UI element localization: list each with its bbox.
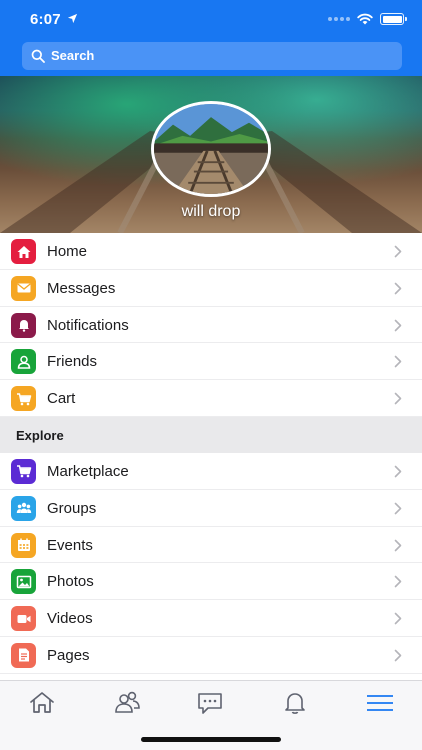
document-icon [11,642,36,668]
chevron-right-icon [394,282,402,295]
menu-item-messages[interactable]: Messages [0,270,422,307]
battery-icon [380,13,407,25]
menu-item-label: Events [47,536,93,554]
chevron-right-icon [394,612,402,625]
menu-item-notifications[interactable]: Notifications [0,307,422,344]
profile-cover[interactable]: will drop [0,76,422,233]
menu-item-label: Friends [47,353,98,371]
wifi-icon [357,13,373,25]
cart-icon [11,386,36,412]
search-bar[interactable]: Search [22,42,402,70]
section-header-explore: Explore [0,416,422,453]
video-camera-icon [11,606,36,632]
menu-item-cart[interactable]: Cart [0,380,422,417]
location-arrow-icon [67,13,78,24]
menu-item-label: Cart [47,390,76,408]
menu-item-label: Marketplace [47,462,129,480]
cellular-signal-icon [328,17,350,21]
avatar-photo [154,104,268,194]
menu-item-pages[interactable]: Pages [0,637,422,674]
menu-item-home[interactable]: Home [0,233,422,270]
envelope-icon [11,275,36,301]
chevron-right-icon [394,649,402,662]
menu-item-label: Photos [47,573,94,591]
home-indicator [141,737,281,742]
menu-item-groups[interactable]: Groups [0,490,422,527]
status-bar: 6:07 [0,0,422,40]
menu-item-friends[interactable]: Friends [0,343,422,381]
menu-item-label: Groups [47,499,97,517]
menu-item-photos[interactable]: Photos [0,563,422,601]
menu-item-label: Messages [47,279,116,297]
chevron-right-icon [394,356,402,368]
chevron-right-icon [394,539,402,551]
menu-list: Home Messages Notifications Friends Cart Exp… [0,233,422,674]
status-indicators [328,12,407,26]
bell-icon [285,693,305,714]
menu-item-label: Notifications [47,316,129,334]
person-icon [11,349,36,375]
menu-icon [367,695,393,711]
home-icon [30,692,54,713]
tab-notifications[interactable] [281,690,309,716]
tab-menu[interactable] [366,690,394,716]
menu-item-videos[interactable]: Videos [0,600,422,637]
menu-item-label: Pages [47,646,90,664]
menu-item-label: Home [47,243,88,260]
chevron-right-icon [394,502,402,515]
chevron-right-icon [394,319,402,331]
profile-name: will drop [181,203,241,220]
tab-messages[interactable] [196,690,224,716]
chevron-right-icon [394,245,402,258]
bell-icon [11,312,36,338]
search-placeholder: Search [51,48,95,63]
menu-item-marketplace[interactable]: Marketplace [0,453,422,490]
chat-icon [198,693,222,714]
image-icon [11,569,36,595]
chevron-right-icon [394,576,402,588]
chevron-right-icon [394,392,402,405]
explore-menu-group: Marketplace Groups Events Photos Videos Pages [0,453,422,674]
home-icon [11,239,36,264]
status-time: 6:07 [30,11,61,28]
chevron-right-icon [394,465,402,478]
menu-item-label: Videos [47,610,93,628]
search-icon [31,49,45,63]
friends-icon [115,691,140,713]
tab-home[interactable] [28,690,56,716]
cart-icon [11,458,36,484]
menu-item-events[interactable]: Events [0,527,422,564]
top-header: 6:07 Search [0,0,422,76]
group-icon [11,495,36,521]
tab-friends[interactable] [113,690,141,716]
main-menu-group: Home Messages Notifications Friends Cart [0,233,422,417]
calendar-icon [11,532,36,558]
section-title: Explore [16,427,64,443]
profile-avatar[interactable] [151,101,271,197]
